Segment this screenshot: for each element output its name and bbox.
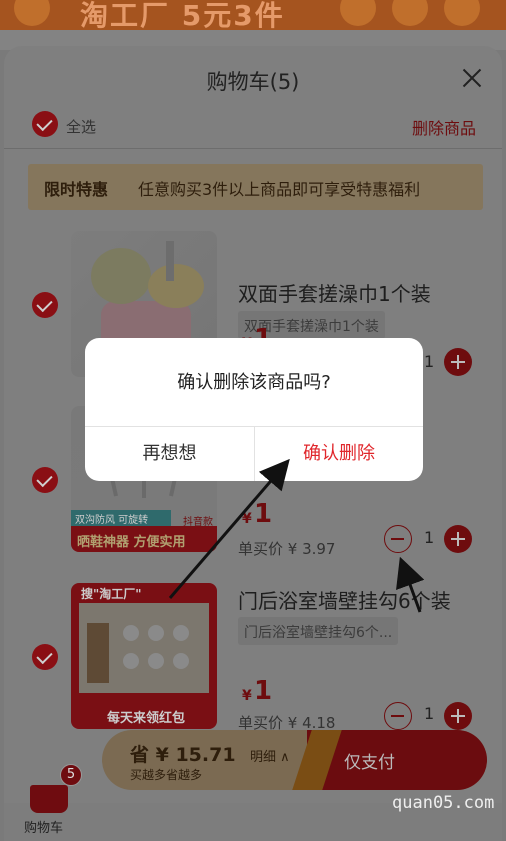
thumb-tag-right: 抖音款	[183, 517, 213, 528]
pay-label[interactable]: 仅支付	[344, 748, 395, 773]
dialog-message: 确认删除该商品吗?	[177, 372, 331, 393]
promo-tag: 限时特惠	[44, 180, 109, 199]
price-currency-2: ¥	[242, 511, 252, 527]
close-icon[interactable]	[458, 64, 486, 92]
increase-qty-button-1[interactable]	[444, 348, 472, 376]
item-checkbox-2[interactable]	[32, 467, 58, 493]
increase-qty-button-3[interactable]	[444, 702, 472, 730]
thumb-banner-2: 晒鞋神器 方便实用	[77, 535, 186, 550]
increase-qty-button-2[interactable]	[444, 525, 472, 553]
watermark: quan05.com	[392, 793, 495, 813]
price-currency-3: ¥	[242, 688, 252, 704]
more-button[interactable]	[444, 0, 480, 26]
checkout-bar: 省 ¥ 15.71 买越多省越多 明细 ∧ 仅支付	[102, 730, 487, 790]
detail-toggle[interactable]: 明细 ∧	[250, 746, 290, 765]
sheet-title: 购物车(5)	[206, 70, 300, 94]
select-all-checkbox[interactable]	[32, 111, 58, 137]
thumb-brand-3: 搜"淘工厂"	[81, 587, 142, 601]
header-title: 淘工厂 5元3件	[80, 0, 285, 32]
item-checkbox-3[interactable]	[32, 644, 58, 670]
savings-amount: 省 ¥ 15.71	[130, 744, 236, 766]
item-title-1[interactable]: 双面手套搓澡巾1个装	[238, 278, 431, 307]
confirm-delete-dialog: 确认删除该商品吗? 再想想 确认删除	[85, 338, 423, 481]
favorite-button[interactable]	[392, 0, 428, 26]
item-price-3: 1	[254, 676, 273, 706]
home-button[interactable]	[340, 0, 376, 26]
promo-banner: 限时特惠 任意购买3件以上商品即可享受特惠福利	[28, 164, 483, 210]
item-qty-2: 1	[424, 528, 435, 547]
divider	[4, 148, 502, 149]
delete-items-link[interactable]: 删除商品	[412, 115, 476, 139]
cancel-button[interactable]: 再想想	[85, 427, 254, 481]
back-button[interactable]	[14, 0, 50, 26]
confirm-delete-button[interactable]: 确认删除	[255, 427, 423, 481]
item-qty-1: 1	[424, 352, 435, 371]
item-unit-price-2: 单买价 ¥ 3.97	[238, 540, 336, 558]
cart-shortcut[interactable]: 5 购物车	[16, 727, 86, 837]
item-spec-3[interactable]: 门后浴室墙壁挂勾6个...	[238, 617, 399, 645]
select-all-label[interactable]: 全选	[66, 116, 96, 137]
decrease-qty-button-2[interactable]	[384, 525, 412, 553]
thumb-banner-3: 每天来领红包	[107, 711, 186, 726]
cart-count-badge: 5	[60, 764, 82, 786]
decrease-qty-button-3[interactable]	[384, 702, 412, 730]
top-header: 淘工厂 5元3件	[0, 0, 506, 32]
item-price-2: 1	[254, 499, 273, 529]
basket-icon	[30, 785, 68, 813]
cart-label: 购物车	[24, 821, 64, 836]
item-title-3[interactable]: 门后浴室墙壁挂勾6个装	[238, 585, 451, 614]
item-checkbox-1[interactable]	[32, 292, 58, 318]
savings-subtitle: 买越多省越多	[130, 768, 203, 782]
thumb-tag-left: 双沟防风 可旋转	[75, 515, 149, 526]
item-qty-3: 1	[424, 704, 435, 723]
promo-text: 任意购买3件以上商品即可享受特惠福利	[138, 180, 421, 199]
product-thumbnail-3[interactable]: 搜"淘工厂" 每天来领红包	[71, 583, 217, 729]
